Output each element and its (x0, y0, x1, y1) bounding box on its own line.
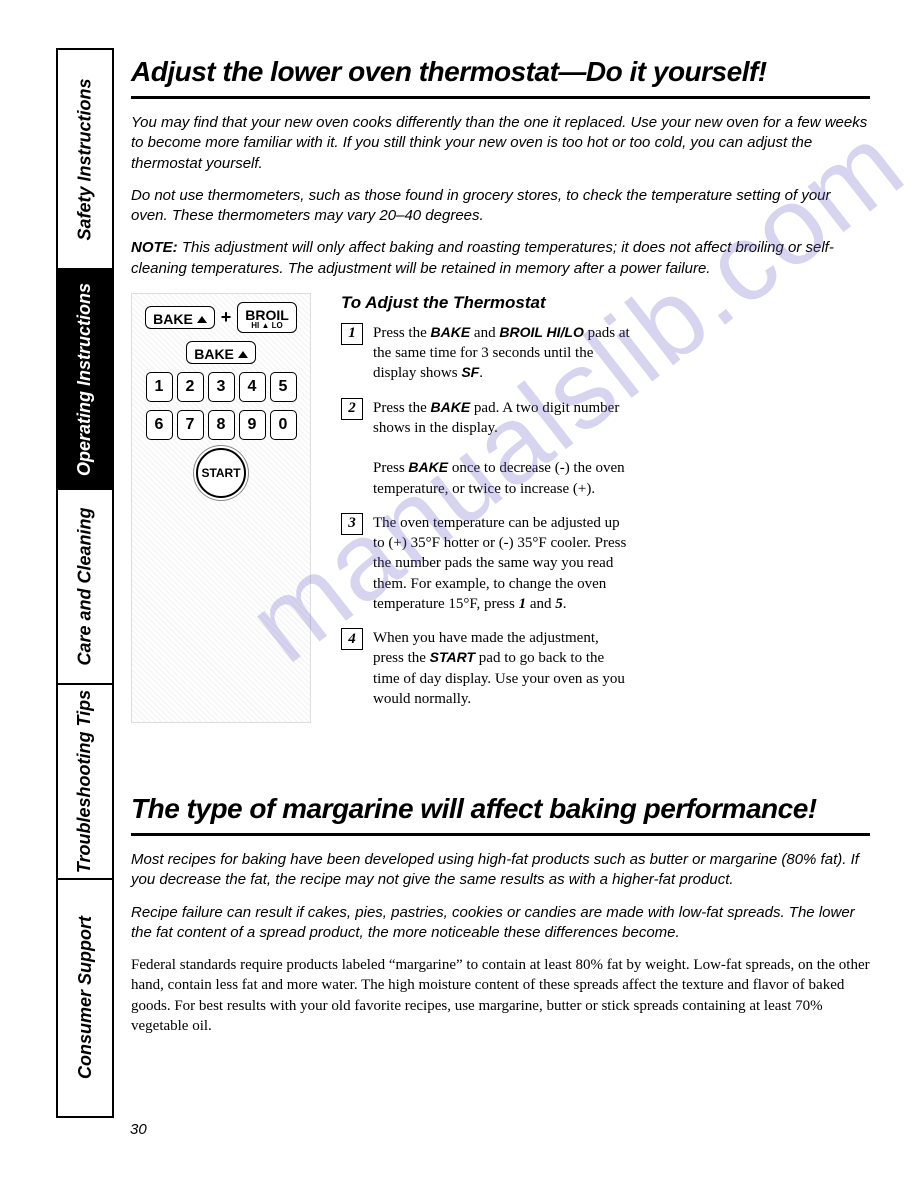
arrow-up-icon (197, 316, 207, 323)
num-key-0: 0 (270, 410, 297, 440)
step-3: 3 The oven temperature can be adjusted u… (341, 513, 631, 614)
t: . (563, 596, 567, 612)
broil-sub: HI ▲ LO (245, 322, 289, 330)
tab-label: Consumer Support (75, 916, 96, 1079)
step-4: 4 When you have made the adjustment, pre… (341, 628, 631, 709)
num-key-4: 4 (239, 372, 266, 402)
t: and (526, 596, 555, 612)
num-key-3: 3 (208, 372, 235, 402)
t: The oven temperature can be adjusted up … (373, 515, 626, 612)
b: BAKE (431, 324, 471, 340)
note-text: This adjustment will only affect baking … (131, 239, 834, 276)
main-content: Adjust the lower oven thermostat—Do it y… (131, 56, 870, 1036)
step-text: Press the BAKE and BROIL HI/LO pads at t… (373, 323, 631, 384)
tab-label: Care and Cleaning (75, 507, 96, 665)
b: BROIL HI/LO (499, 324, 584, 340)
page-number: 30 (130, 1121, 147, 1138)
b: BAKE (408, 459, 448, 475)
start-key: START (196, 448, 246, 498)
thermostat-block: BAKE + BROIL HI ▲ LO BAKE 1 2 3 4 (131, 293, 870, 723)
step-number: 1 (341, 323, 363, 345)
n: 5 (555, 596, 563, 612)
title-rule (131, 833, 870, 836)
tab-label: Safety Instructions (75, 78, 96, 240)
bake-key: BAKE (145, 306, 215, 329)
broil-key: BROIL HI ▲ LO (237, 302, 297, 333)
tab-operating[interactable]: Operating Instructions (58, 270, 112, 490)
step-number: 2 (341, 398, 363, 420)
num-key-2: 2 (177, 372, 204, 402)
note-label: NOTE: (131, 239, 178, 256)
bake-key-2: BAKE (186, 341, 256, 364)
keypad-illustration: BAKE + BROIL HI ▲ LO BAKE 1 2 3 4 (131, 293, 311, 723)
t: Press (373, 460, 408, 476)
t: and (470, 325, 499, 341)
bake-label-2: BAKE (194, 346, 234, 362)
section1-title: Adjust the lower oven thermostat—Do it y… (131, 56, 870, 88)
tab-label: Operating Instructions (75, 282, 96, 475)
tab-troubleshooting[interactable]: Troubleshooting Tips (58, 685, 112, 880)
tab-consumer-support[interactable]: Consumer Support (58, 880, 112, 1115)
intro-para-2: Do not use thermometers, such as those f… (131, 186, 870, 227)
tab-label: Troubleshooting Tips (75, 690, 96, 873)
step-text: The oven temperature can be adjusted up … (373, 513, 631, 614)
title-rule (131, 96, 870, 99)
section2-title: The type of margarine will affect baking… (131, 793, 870, 825)
t: . (479, 365, 483, 381)
t: Press the (373, 400, 431, 416)
n: 1 (519, 596, 527, 612)
bake-label: BAKE (153, 311, 193, 327)
num-key-7: 7 (177, 410, 204, 440)
sidebar-tabs: Safety Instructions Operating Instructio… (56, 48, 114, 1118)
section-2: The type of margarine will affect baking… (131, 793, 870, 1036)
intro-para-1: You may find that your new oven cooks di… (131, 113, 870, 174)
step-text: When you have made the adjustment, press… (373, 628, 631, 709)
intro-note: NOTE: This adjustment will only affect b… (131, 238, 870, 279)
b: START (430, 649, 475, 665)
num-key-8: 8 (208, 410, 235, 440)
steps-title: To Adjust the Thermostat (341, 293, 870, 313)
b: SF (461, 364, 479, 380)
num-key-6: 6 (146, 410, 173, 440)
t: Press the (373, 325, 431, 341)
num-key-1: 1 (146, 372, 173, 402)
step-number: 4 (341, 628, 363, 650)
step-1: 1 Press the BAKE and BROIL HI/LO pads at… (341, 323, 631, 384)
steps-column: To Adjust the Thermostat 1 Press the BAK… (341, 293, 870, 723)
tab-care[interactable]: Care and Cleaning (58, 490, 112, 685)
tab-safety[interactable]: Safety Instructions (58, 50, 112, 270)
num-key-5: 5 (270, 372, 297, 402)
b: BAKE (431, 399, 471, 415)
step-text: Press the BAKE pad. A two digit number s… (373, 398, 631, 499)
sec2-para2: Recipe failure can result if cakes, pies… (131, 903, 870, 944)
num-key-9: 9 (239, 410, 266, 440)
sec2-para1: Most recipes for baking have been develo… (131, 850, 870, 891)
step-2: 2 Press the BAKE pad. A two digit number… (341, 398, 631, 499)
plus-icon: + (221, 307, 232, 328)
arrow-up-icon (238, 351, 248, 358)
sec2-para3: Federal standards require products label… (131, 955, 870, 1036)
step-number: 3 (341, 513, 363, 535)
